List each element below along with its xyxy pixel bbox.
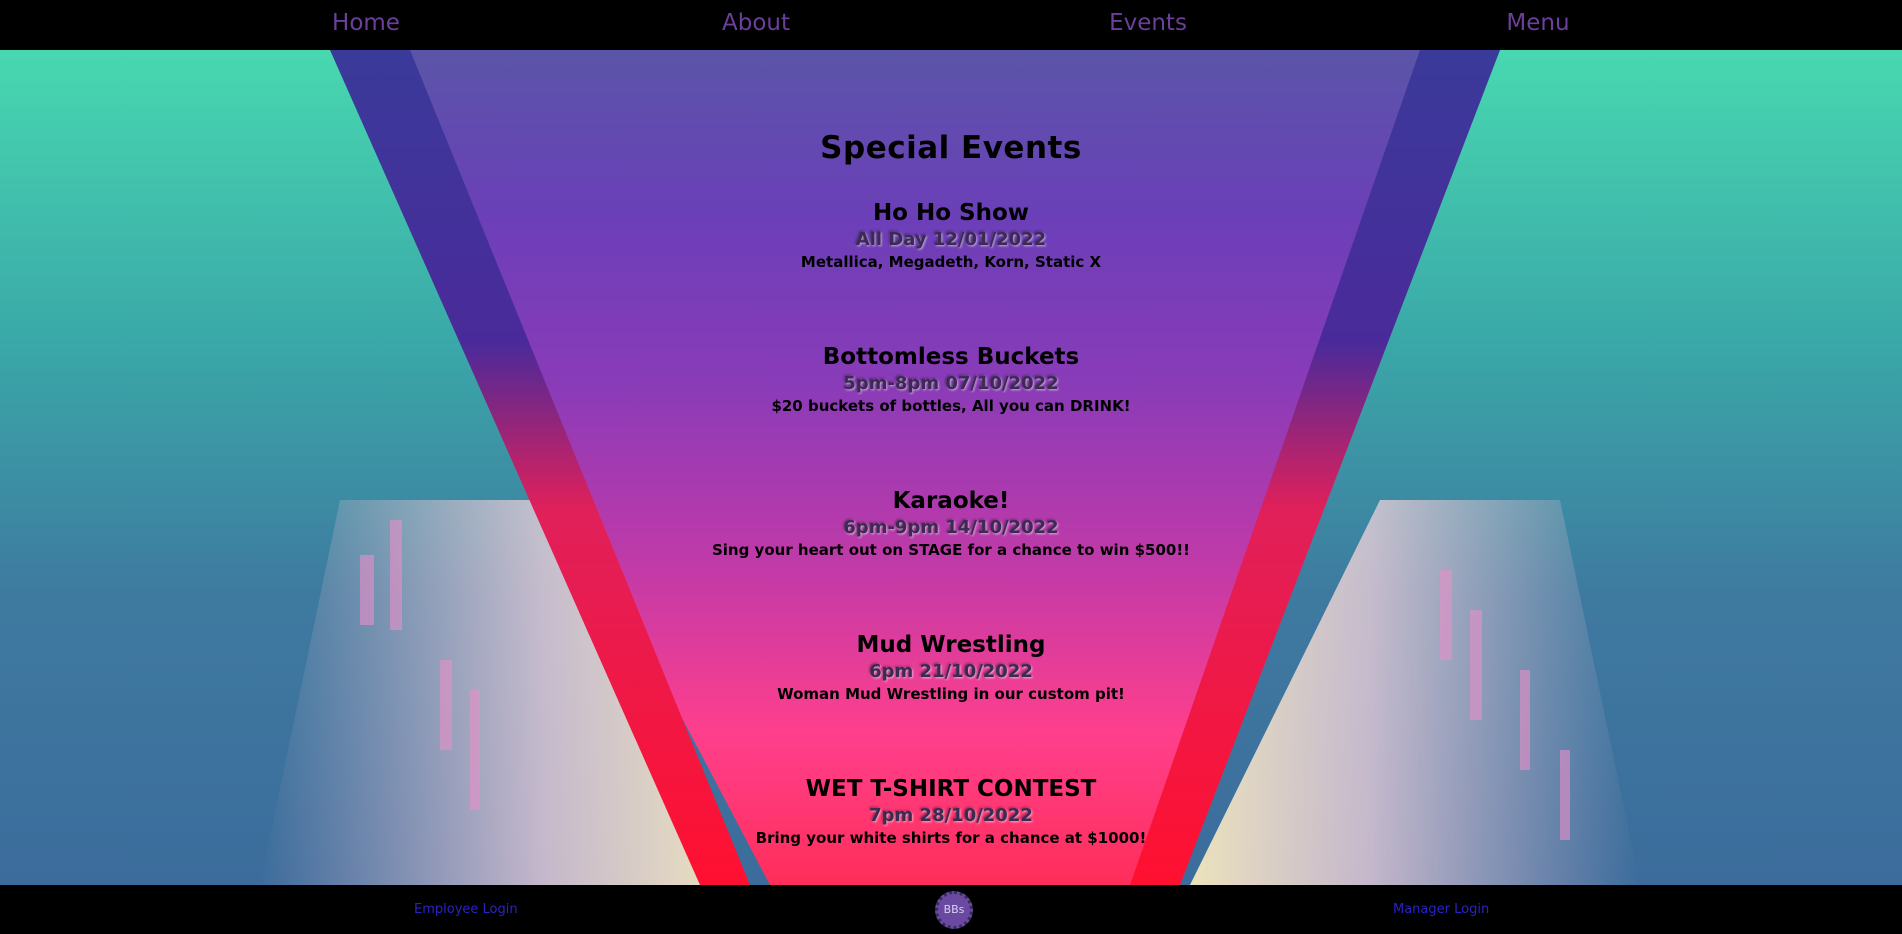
event-name: Bottomless Buckets	[822, 344, 1080, 370]
event-name: Karaoke!	[892, 488, 1010, 514]
event-description: Bring your white shirts for a chance at …	[755, 829, 1147, 847]
event-name: Mud Wrestling	[856, 632, 1046, 658]
event-item: Bottomless Buckets 5pm-8pm 07/10/2022 $2…	[0, 342, 1902, 416]
event-description: Metallica, Megadeth, Korn, Static X	[800, 253, 1102, 271]
events-section: Special Events Ho Ho Show All Day 12/01/…	[0, 50, 1902, 848]
page-title: Special Events	[820, 130, 1082, 166]
event-name: Ho Ho Show	[872, 200, 1030, 226]
event-item: Ho Ho Show All Day 12/01/2022 Metallica,…	[0, 198, 1902, 272]
event-description: $20 buckets of bottles, All you can DRIN…	[771, 397, 1131, 415]
event-date: 6pm-9pm 14/10/2022	[843, 517, 1059, 538]
employee-login-link[interactable]: Employee Login	[414, 902, 518, 917]
nav-menu-link[interactable]: Menu	[1438, 10, 1638, 36]
event-item: WET T-SHIRT CONTEST 7pm 28/10/2022 Bring…	[0, 774, 1902, 848]
event-item: Mud Wrestling 6pm 21/10/2022 Woman Mud W…	[0, 630, 1902, 704]
top-nav: Home About Events Menu	[0, 0, 1902, 50]
event-name: WET T-SHIRT CONTEST	[805, 776, 1097, 802]
manager-login-link[interactable]: Manager Login	[1393, 902, 1489, 917]
event-date: 7pm 28/10/2022	[869, 805, 1033, 826]
footer: Employee Login BBs Manager Login	[0, 885, 1902, 934]
event-description: Sing your heart out on STAGE for a chanc…	[711, 541, 1191, 559]
event-date: 5pm-8pm 07/10/2022	[843, 373, 1059, 394]
event-description: Woman Mud Wrestling in our custom pit!	[777, 685, 1125, 703]
event-date: All Day 12/01/2022	[855, 229, 1047, 250]
nav-home-link[interactable]: Home	[266, 10, 466, 36]
event-date: 6pm 21/10/2022	[869, 661, 1033, 682]
bbs-logo[interactable]: BBs	[935, 891, 973, 929]
event-item: Karaoke! 6pm-9pm 14/10/2022 Sing your he…	[0, 486, 1902, 560]
nav-events-link[interactable]: Events	[1048, 10, 1248, 36]
nav-about-link[interactable]: About	[656, 10, 856, 36]
